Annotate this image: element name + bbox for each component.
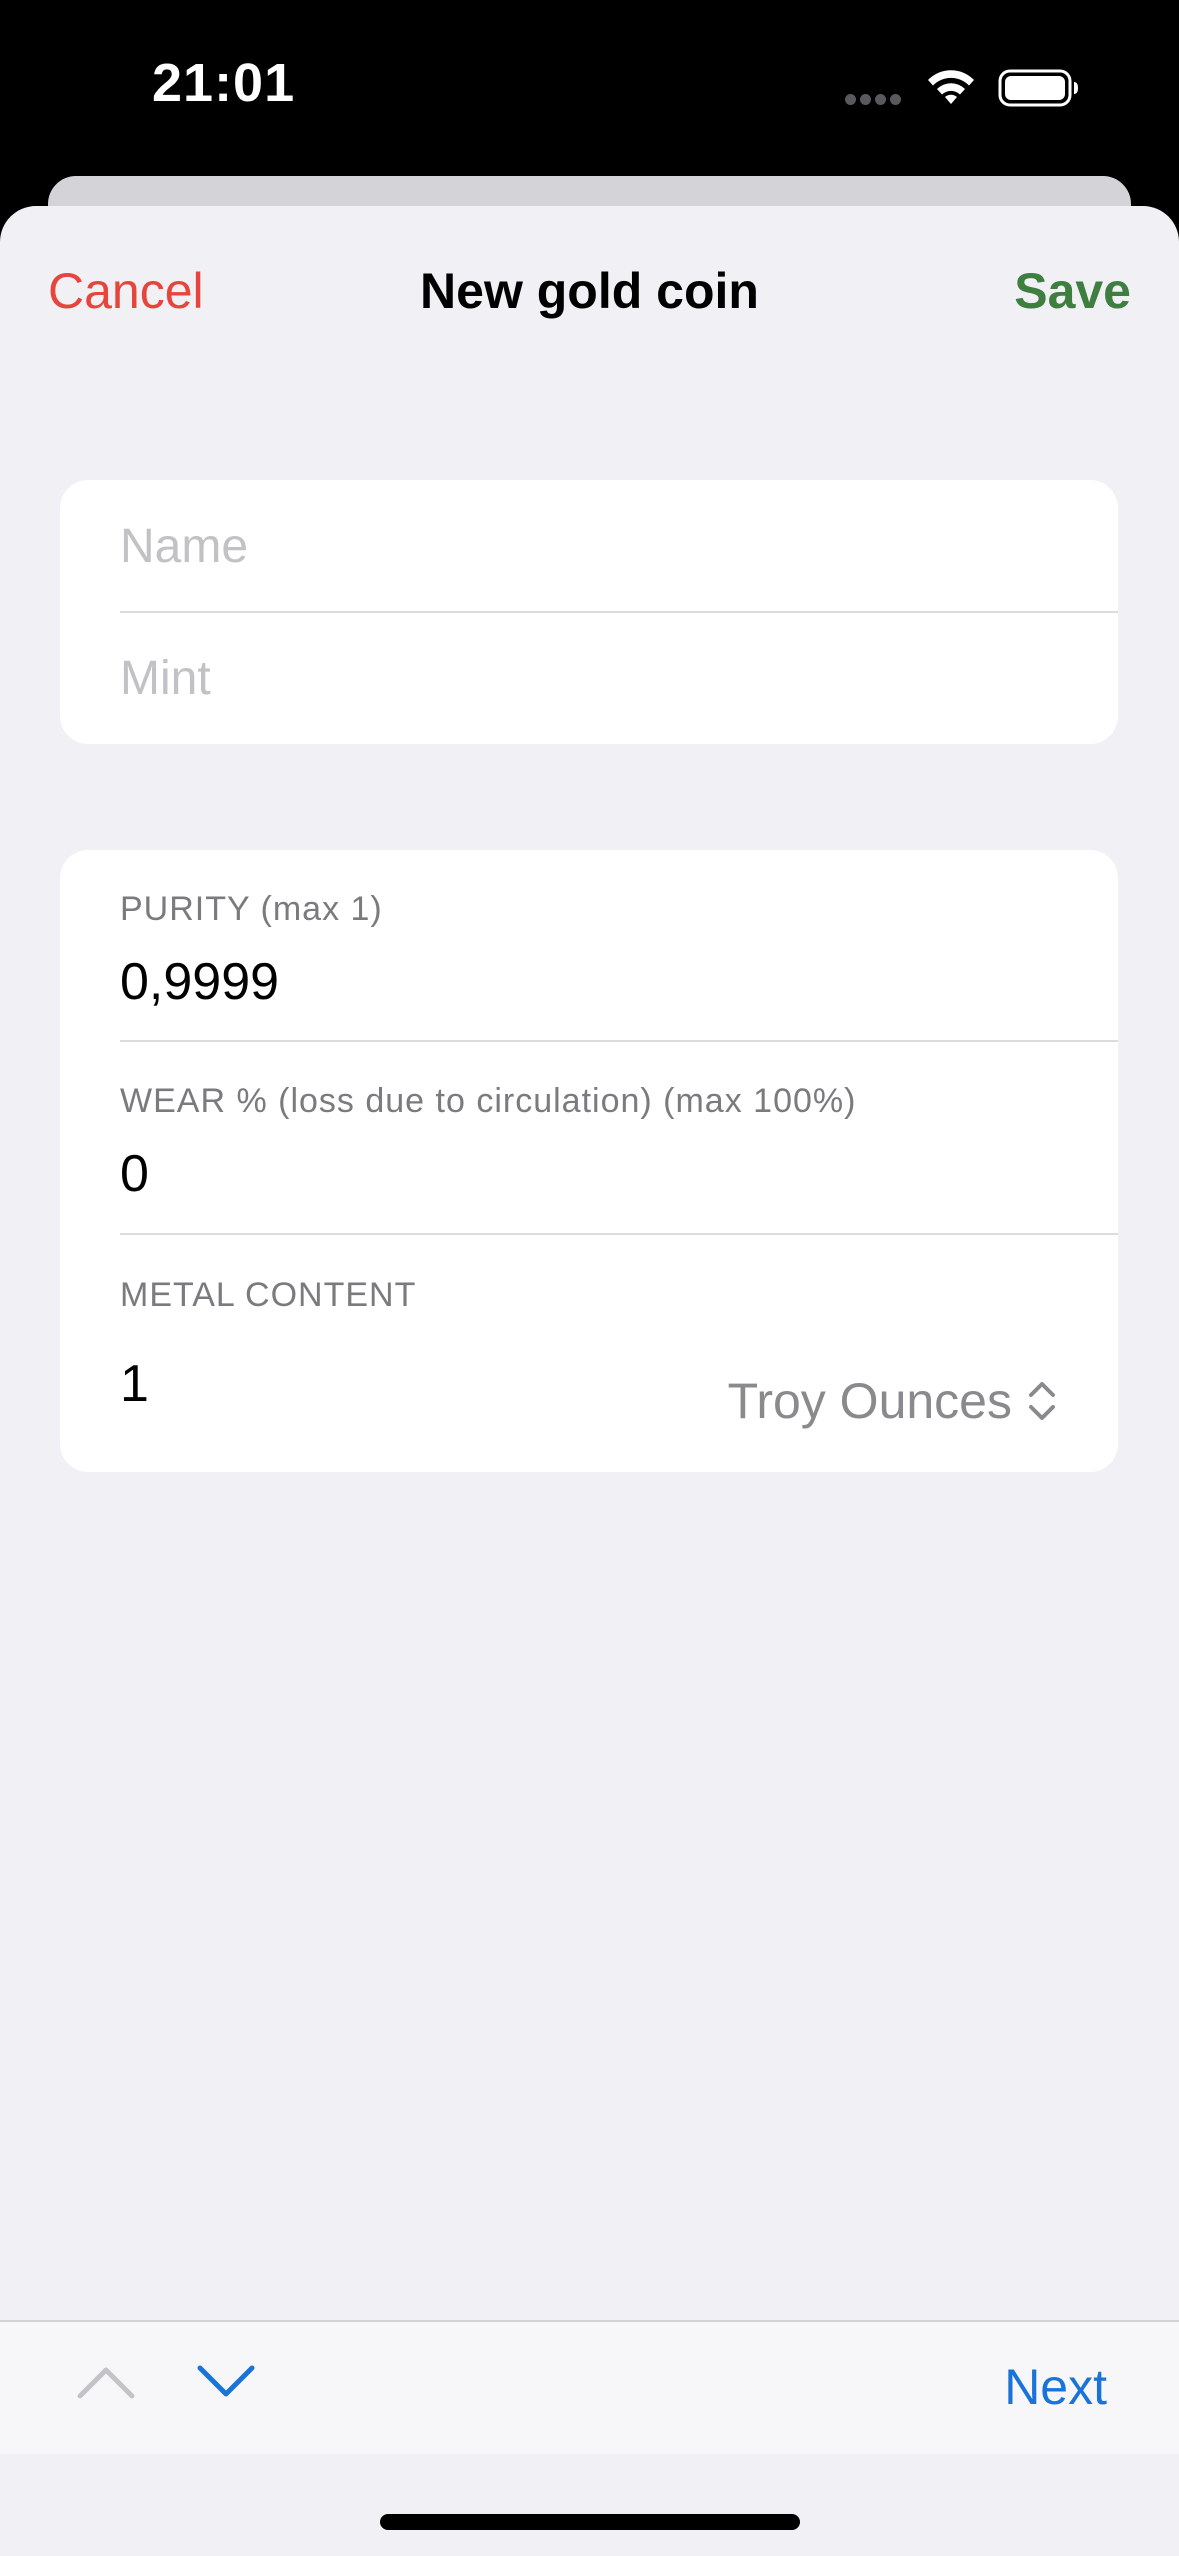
mint-row [60,612,1118,744]
purity-field[interactable]: 0,9999 [120,952,279,1012]
wear-field[interactable]: 0 [120,1144,149,1204]
status-time: 21:01 [152,53,296,113]
purity-label: PURITY (max 1) [120,890,383,928]
cellular-signal-icon [845,92,905,110]
name-row [60,480,1118,612]
wifi-icon [928,70,974,104]
identity-section [60,480,1118,744]
divider [120,1233,1118,1235]
save-button[interactable]: Save [1014,262,1131,320]
updown-chevron-icon [1029,1382,1055,1420]
metal-content-label: METAL CONTENT [120,1276,417,1314]
new-coin-sheet: Cancel New gold coin Save PURITY (max 1)… [0,206,1179,2556]
unit-label: Troy Ounces [727,1373,1012,1429]
metal-content-field[interactable]: 1 [120,1354,149,1414]
details-section: PURITY (max 1) 0,9999 WEAR % (loss due t… [60,850,1118,1472]
chevron-up-icon[interactable] [76,2362,136,2402]
screen: 21:01 Cancel New gold coin Save Name Min… [0,0,1179,2556]
status-bar: 21:01 [0,0,1179,175]
page-title: New gold coin [420,263,759,319]
keyboard-accessory-bar: Next [0,2320,1179,2454]
divider [120,1040,1118,1042]
home-area [0,2454,1179,2556]
wear-label: WEAR % (loss due to circulation) (max 10… [120,1082,857,1120]
unit-picker[interactable]: Troy Ounces [728,1372,1058,1430]
home-indicator[interactable] [380,2514,800,2530]
next-button[interactable]: Next [1004,2358,1107,2416]
mint-field[interactable] [120,612,1080,744]
navigation-bar: Cancel New gold coin Save [0,206,1179,381]
chevron-down-icon[interactable] [196,2362,256,2402]
battery-icon [998,69,1078,107]
name-field[interactable] [120,480,1080,612]
